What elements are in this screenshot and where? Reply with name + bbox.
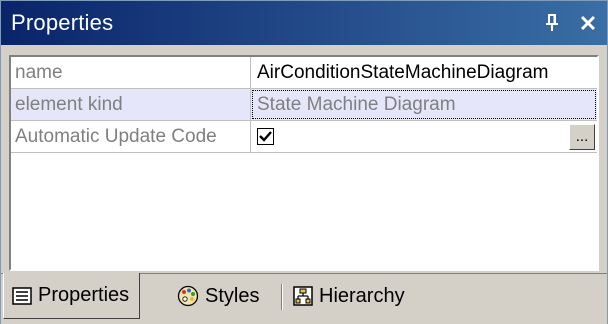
hierarchy-icon [293, 286, 313, 306]
tab-styles[interactable]: Styles [177, 274, 259, 318]
tab-separator [281, 284, 283, 310]
properties-panel: Properties name AirConditionStateMachine… [0, 0, 608, 324]
tab-label: Styles [205, 284, 260, 307]
tab-label: Properties [38, 284, 130, 306]
property-value-cell[interactable]: State Machine Diagram [251, 89, 597, 120]
property-value-cell[interactable]: AirConditionStateMachineDiagram [251, 57, 597, 88]
tab-properties[interactable]: Properties [3, 273, 141, 319]
tab-hierarchy[interactable]: Hierarchy [293, 274, 405, 318]
pin-icon[interactable] [541, 12, 563, 34]
property-grid: name AirConditionStateMachineDiagram ele… [9, 55, 599, 271]
property-row-automatic-update-code[interactable]: Automatic Update Code ... [11, 121, 597, 153]
automatic-update-checkbox[interactable] [257, 128, 274, 145]
properties-list-icon [12, 286, 32, 305]
property-row-element-kind[interactable]: element kind State Machine Diagram [11, 89, 597, 121]
tab-label: Hierarchy [319, 284, 405, 307]
close-icon[interactable] [577, 12, 599, 34]
property-name-cell: name [11, 57, 251, 88]
panel-tabbar: Properties Styles Hierarchy [1, 273, 607, 324]
panel-titlebar: Properties [1, 1, 607, 45]
property-name-cell: element kind [11, 89, 251, 120]
property-row-name[interactable]: name AirConditionStateMachineDiagram [11, 57, 597, 89]
ellipsis-button[interactable]: ... [569, 124, 595, 150]
title-controls [541, 1, 599, 45]
checkmark-icon [259, 131, 272, 142]
property-name-cell: Automatic Update Code [11, 121, 251, 152]
panel-title: Properties [11, 10, 114, 35]
property-value-cell[interactable]: ... [251, 121, 597, 152]
palette-icon [177, 285, 199, 307]
